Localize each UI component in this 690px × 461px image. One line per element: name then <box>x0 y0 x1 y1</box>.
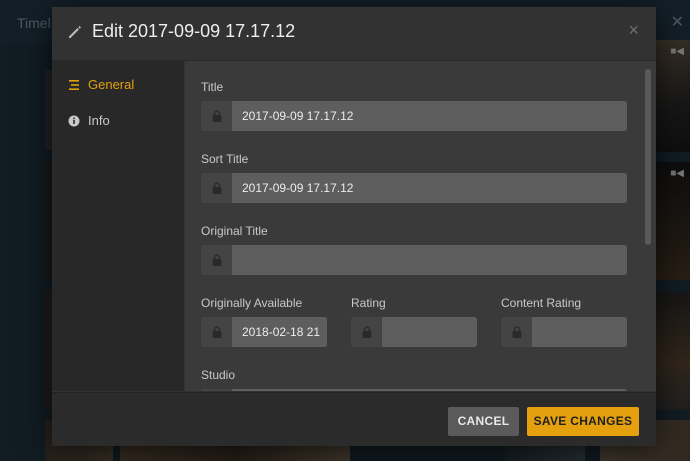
dialog-footer: CANCEL SAVE CHANGES <box>52 392 656 446</box>
save-changes-button[interactable]: SAVE CHANGES <box>527 407 639 436</box>
lock-icon[interactable] <box>351 317 382 347</box>
originally-available-label: Originally Available <box>201 296 303 310</box>
original-title-field[interactable] <box>201 245 627 275</box>
content-rating-label: Content Rating <box>501 296 582 310</box>
dialog-content: Title 2017-09-09 17.17.12 Sort Title 201… <box>185 61 656 391</box>
sidebar-item-label: Info <box>88 113 110 128</box>
lock-icon[interactable] <box>201 389 232 391</box>
title-field[interactable]: 2017-09-09 17.17.12 <box>201 101 627 131</box>
studio-field[interactable] <box>201 389 627 391</box>
lock-icon[interactable] <box>201 245 232 275</box>
originally-available-input[interactable]: 2018-02-18 21 <box>232 317 327 347</box>
sort-title-input[interactable]: 2017-09-09 17.17.12 <box>232 173 627 203</box>
rating-label: Rating <box>351 296 386 310</box>
studio-input[interactable] <box>232 389 627 391</box>
rating-input[interactable] <box>382 317 477 347</box>
cancel-button[interactable]: CANCEL <box>448 407 519 436</box>
lock-icon[interactable] <box>201 101 232 131</box>
lock-icon[interactable] <box>201 317 232 347</box>
studio-label: Studio <box>201 368 236 382</box>
sidebar-item-label: General <box>88 77 135 92</box>
list-icon <box>69 79 79 90</box>
original-title-input[interactable] <box>232 245 627 275</box>
info-icon <box>68 115 80 126</box>
sidebar-item-general[interactable]: General <box>68 77 134 92</box>
sidebar-item-info[interactable]: Info <box>68 113 110 128</box>
originally-available-field[interactable]: 2018-02-18 21 <box>201 317 327 347</box>
rating-field[interactable] <box>351 317 477 347</box>
lock-icon[interactable] <box>201 173 232 203</box>
dialog-title: Edit 2017-09-09 17.17.12 <box>92 21 296 41</box>
content-rating-field[interactable] <box>501 317 627 347</box>
content-scrollbar[interactable] <box>645 69 651 245</box>
lock-icon[interactable] <box>501 317 532 347</box>
title-input[interactable]: 2017-09-09 17.17.12 <box>232 101 627 131</box>
dialog-header: Edit 2017-09-09 17.17.12 × <box>52 7 656 61</box>
title-label: Title <box>201 80 224 94</box>
edit-dialog: Edit 2017-09-09 17.17.12 × General Info … <box>52 7 656 446</box>
close-icon[interactable]: × <box>628 20 639 41</box>
dialog-sidebar: General Info <box>52 61 184 391</box>
sort-title-label: Sort Title <box>201 152 249 166</box>
original-title-label: Original Title <box>201 224 268 238</box>
content-rating-input[interactable] <box>532 317 627 347</box>
pencil-icon <box>69 26 81 38</box>
sort-title-field[interactable]: 2017-09-09 17.17.12 <box>201 173 627 203</box>
